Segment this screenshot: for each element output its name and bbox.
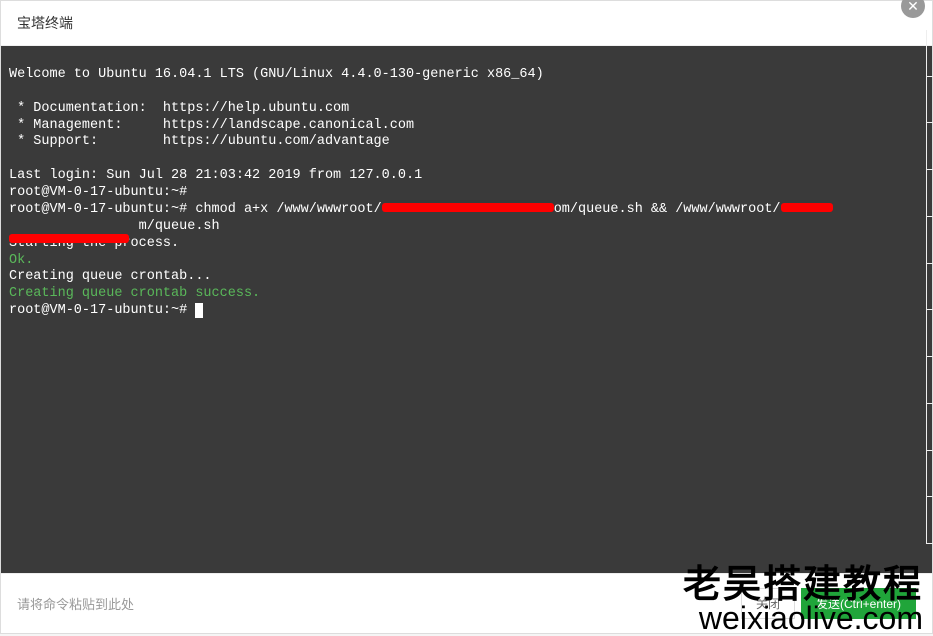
redaction-mark	[9, 234, 129, 243]
redaction-mark	[382, 203, 554, 212]
command-input[interactable]: 请将命令粘贴到此处	[17, 594, 731, 613]
term-cmd-part2: om/queue.sh && /www/wwwroot/	[554, 202, 781, 217]
redaction-mark	[781, 203, 833, 212]
close-button[interactable]: 关闭	[741, 588, 795, 619]
term-support: * Support: https://ubuntu.com/advantage	[9, 134, 390, 149]
send-button[interactable]: 发送(Ctrl+enter)	[801, 588, 916, 619]
term-doc: * Documentation: https://help.ubuntu.com	[9, 101, 349, 116]
term-mgmt: * Management: https://landscape.canonica…	[9, 118, 414, 133]
terminal-output[interactable]: Welcome to Ubuntu 16.04.1 LTS (GNU/Linux…	[1, 46, 932, 573]
modal-title: 宝塔终端	[17, 13, 73, 33]
term-welcome: Welcome to Ubuntu 16.04.1 LTS (GNU/Linux…	[9, 67, 544, 82]
term-last-login: Last login: Sun Jul 28 21:03:42 2019 fro…	[9, 168, 422, 183]
terminal-modal: ✕ 宝塔终端 Welcome to Ubuntu 16.04.1 LTS (GN…	[0, 0, 933, 634]
term-prompt: root@VM-0-17-ubuntu:~#	[9, 202, 195, 217]
footer-buttons: 关闭 发送(Ctrl+enter)	[741, 588, 916, 619]
term-prompt: root@VM-0-17-ubuntu:~#	[9, 303, 195, 318]
term-cmd-line2: m/queue.sh	[139, 219, 220, 234]
term-prompt: root@VM-0-17-ubuntu:~#	[9, 185, 195, 200]
term-creating-success: Creating queue crontab success.	[9, 286, 260, 301]
cursor-icon	[195, 303, 203, 318]
term-ok: Ok.	[9, 253, 33, 268]
term-creating: Creating queue crontab...	[9, 269, 212, 284]
modal-footer: 请将命令粘贴到此处 关闭 发送(Ctrl+enter)	[1, 573, 932, 633]
sidebar-divider	[926, 30, 933, 544]
modal-header: 宝塔终端	[1, 1, 932, 46]
term-cmd-part1: chmod a+x /www/wwwroot/	[195, 202, 381, 217]
